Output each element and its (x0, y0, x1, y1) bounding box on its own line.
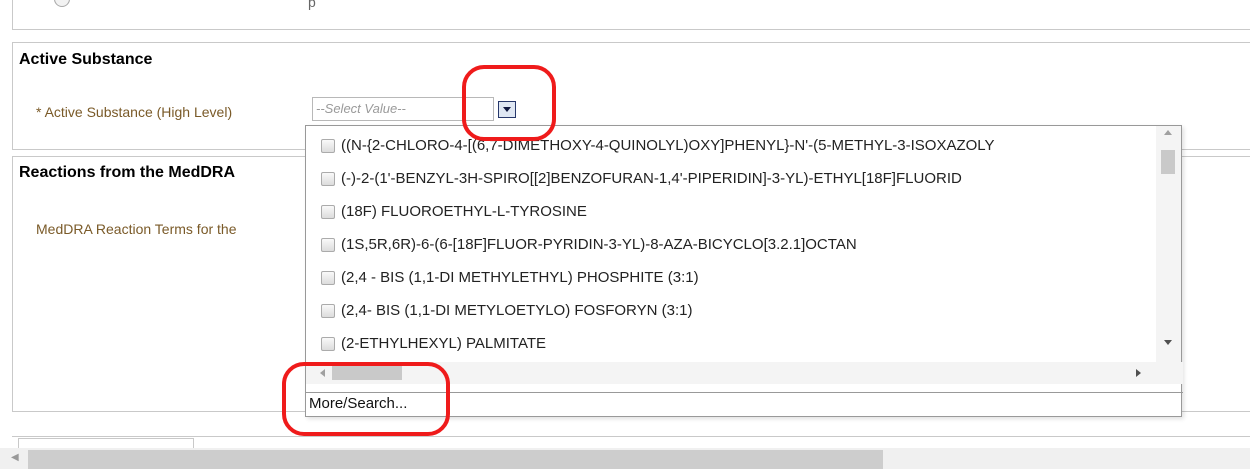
list-item[interactable]: (1S,5R,6R)-6-(6-[18F]FLUOR-PYRIDIN-3-YL)… (306, 230, 1156, 263)
active-substance-heading: Active Substance (19, 51, 153, 68)
option-checkbox[interactable] (321, 304, 335, 318)
annotation-circle-dropdown-button (462, 65, 556, 141)
scroll-down-arrow-icon[interactable] (1164, 340, 1172, 345)
list-item[interactable]: (18F) FLUOROETHYL-L-TYROSINE (306, 197, 1156, 230)
options-vertical-scrollbar[interactable] (1156, 126, 1181, 362)
option-label: (1S,5R,6R)-6-(6-[18F]FLUOR-PYRIDIN-3-YL)… (341, 236, 857, 253)
scroll-right-arrow-icon[interactable] (1136, 369, 1141, 377)
list-item[interactable]: (2-ETHYLHEXYL) PALMITATE (306, 329, 1156, 362)
list-item[interactable]: ((N-{2-CHLORO-4-[(6,7-DIMETHOXY-4-QUINOL… (306, 131, 1156, 164)
list-item[interactable]: (2,4- BIS (1,1-DI METYLOETYLO) FOSFORYN … (306, 296, 1156, 329)
previous-section-text: p (308, 0, 316, 10)
vertical-scroll-thumb[interactable] (1161, 150, 1175, 174)
option-checkbox[interactable] (321, 139, 335, 153)
scroll-left-arrow-icon[interactable]: ◀ (11, 452, 19, 463)
previous-section-panel (12, 0, 1250, 30)
option-checkbox[interactable] (321, 337, 335, 351)
option-checkbox[interactable] (321, 238, 335, 252)
select-placeholder: --Select Value-- (316, 101, 406, 116)
active-substance-field-label: * Active Substance (High Level) (36, 104, 233, 120)
options-list: ((N-{2-CHLORO-4-[(6,7-DIMETHOXY-4-QUINOL… (306, 126, 1156, 362)
list-item[interactable]: (2,4 - BIS (1,1-DI METHYLETHYL) PHOSPHIT… (306, 263, 1156, 296)
option-checkbox[interactable] (321, 172, 335, 186)
reactions-heading: Reactions from the MedDRA (19, 164, 236, 181)
page-scroll-thumb[interactable] (28, 450, 883, 469)
scroll-up-arrow-icon[interactable] (1164, 130, 1172, 135)
option-label: (2-ETHYLHEXYL) PALMITATE (341, 335, 547, 352)
option-checkbox[interactable] (321, 271, 335, 285)
option-label: (18F) FLUOROETHYL-L-TYROSINE (341, 203, 587, 220)
meddra-terms-label: MedDRA Reaction Terms for the (36, 221, 237, 237)
option-checkbox[interactable] (321, 205, 335, 219)
option-label: (-)-2-(1'-BENZYL-3H-SPIRO[[2]BENZOFURAN-… (341, 170, 962, 187)
list-item[interactable]: (-)-2-(1'-BENZYL-3H-SPIRO[[2]BENZOFURAN-… (306, 164, 1156, 197)
divider (12, 436, 1250, 437)
option-label: (2,4 - BIS (1,1-DI METHYLETHYL) PHOSPHIT… (341, 269, 699, 286)
annotation-circle-more-search (282, 362, 450, 436)
option-label: (2,4- BIS (1,1-DI METYLOETYLO) FOSFORYN … (341, 302, 693, 319)
option-label: ((N-{2-CHLORO-4-[(6,7-DIMETHOXY-4-QUINOL… (341, 137, 995, 154)
